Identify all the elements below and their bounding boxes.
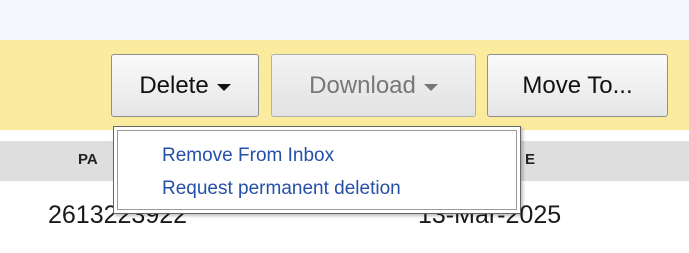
download-button[interactable]: Download — [271, 54, 476, 117]
column-header[interactable]: E — [525, 151, 535, 168]
inbox-panel: Delete Download Move To... PA E 26132239… — [0, 0, 689, 253]
caret-down-icon — [216, 83, 231, 91]
download-button-label: Download — [309, 71, 416, 99]
menu-item-request-permanent-deletion[interactable]: Request permanent deletion — [162, 178, 401, 200]
top-band — [0, 0, 689, 40]
menu-item-remove-from-inbox[interactable]: Remove From Inbox — [162, 145, 334, 167]
caret-down-icon — [423, 83, 438, 91]
column-header[interactable]: PA — [78, 151, 98, 168]
delete-dropdown-menu: Remove From Inbox Request permanent dele… — [113, 126, 521, 214]
move-to-button-label: Move To... — [522, 71, 633, 99]
move-to-button[interactable]: Move To... — [487, 54, 668, 117]
delete-button[interactable]: Delete — [111, 54, 259, 117]
delete-button-label: Delete — [139, 71, 209, 99]
